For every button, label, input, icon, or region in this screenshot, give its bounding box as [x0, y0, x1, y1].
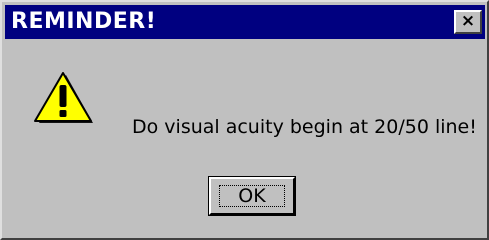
message-text: Do visual acuity begin at 20/50 line! [132, 116, 477, 138]
warning-icon [34, 72, 93, 123]
title-bar[interactable]: REMINDER! × [5, 5, 485, 39]
ok-button-label: OK [238, 185, 266, 207]
close-button[interactable]: × [454, 10, 482, 34]
dialog-title: REMINDER! [11, 9, 157, 34]
ok-button[interactable]: OK [208, 176, 296, 216]
close-icon: × [460, 11, 476, 31]
reminder-dialog: REMINDER! × Do visual acuity begin at 20… [0, 0, 489, 240]
